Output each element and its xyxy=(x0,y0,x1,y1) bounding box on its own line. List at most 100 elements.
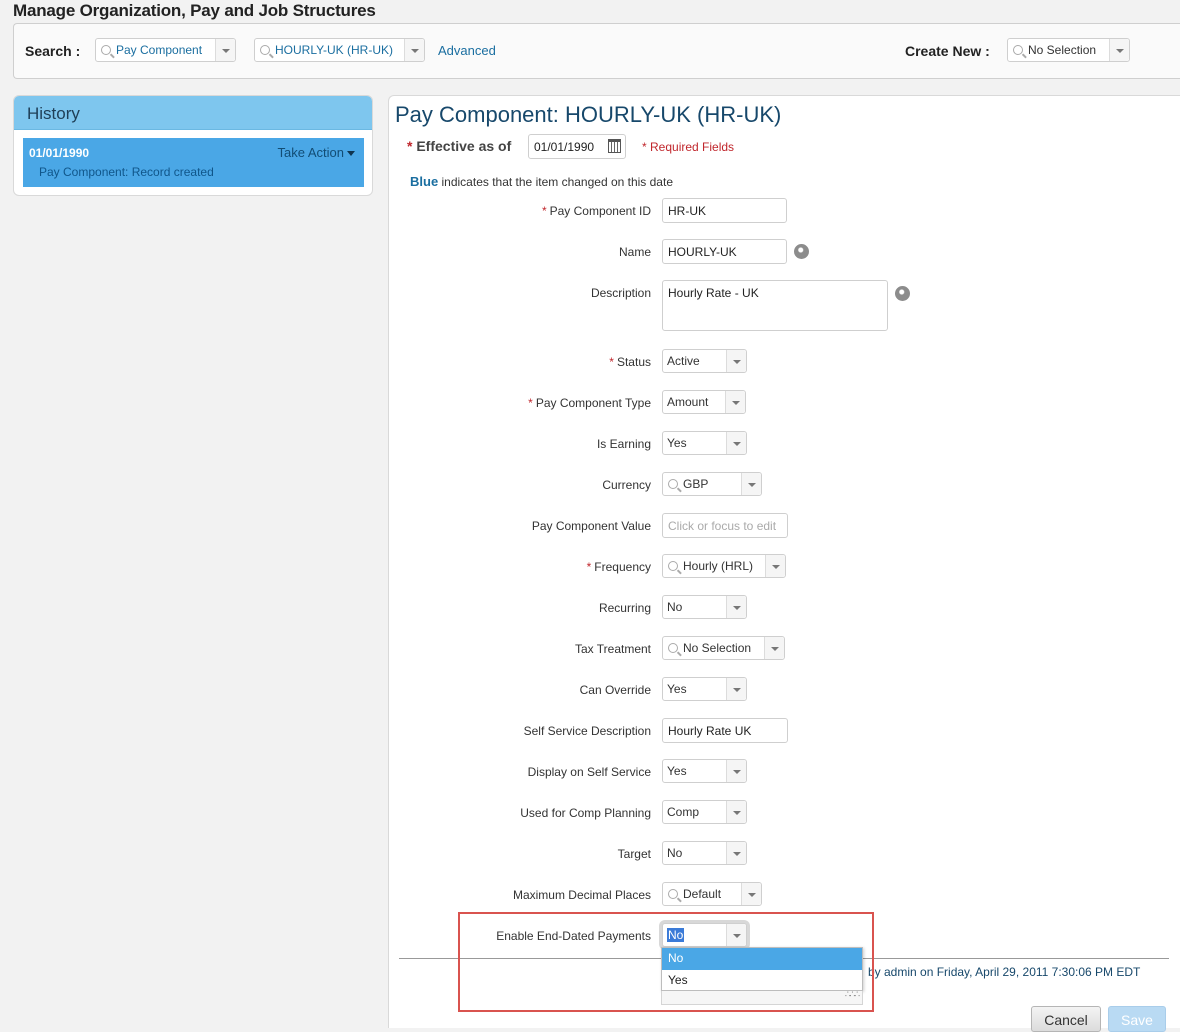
chevron-down-icon[interactable] xyxy=(215,39,235,61)
history-item-date: 01/01/1990 xyxy=(29,146,90,160)
history-title: History xyxy=(14,96,372,130)
description-label: Description xyxy=(590,286,651,300)
effective-as-of-label: * Effective as of xyxy=(407,138,511,154)
globe-icon[interactable] xyxy=(895,286,910,301)
used-for-comp-planning-select[interactable]: Comp xyxy=(662,800,747,824)
form-title: Pay Component: HOURLY-UK (HR-UK) xyxy=(395,102,782,127)
history-panel: History 01/01/1990 Take Action Pay Compo… xyxy=(13,95,373,196)
chevron-down-icon[interactable] xyxy=(741,883,761,905)
chevron-down-icon[interactable] xyxy=(726,760,746,782)
tax-treatment-select[interactable]: No Selection xyxy=(662,636,785,660)
pay-component-type-value: Amount xyxy=(667,395,709,409)
effective-date-input[interactable]: 01/01/1990 xyxy=(528,134,626,159)
chevron-down-icon[interactable] xyxy=(726,678,746,700)
chevron-down-icon[interactable] xyxy=(726,842,746,864)
legend-blue-word: Blue xyxy=(410,174,439,189)
required-marker: * xyxy=(586,560,592,574)
pay-component-id-label: * Pay Component ID xyxy=(542,204,651,218)
chevron-down-icon[interactable] xyxy=(765,555,785,577)
frequency-label: * Frequency xyxy=(587,560,651,574)
effective-date-value: 01/01/1990 xyxy=(534,140,595,154)
recurring-label: Recurring xyxy=(598,601,651,615)
can-override-select[interactable]: Yes xyxy=(662,677,747,701)
search-bar: Search : Pay Component HOURLY-UK (HR-UK)… xyxy=(13,23,1180,79)
take-action-label: Take Action xyxy=(277,145,345,160)
is-earning-value: Yes xyxy=(667,436,687,450)
required-marker: * xyxy=(541,204,547,218)
status-value: Active xyxy=(667,354,700,368)
currency-value: GBP xyxy=(683,477,709,491)
target-label: Target xyxy=(617,847,651,861)
history-item-description: Pay Component: Record created xyxy=(39,165,214,179)
caret-down-icon xyxy=(347,151,355,157)
search-type-combo[interactable]: Pay Component xyxy=(95,38,236,62)
pay-component-type-select[interactable]: Amount xyxy=(662,390,746,414)
chevron-down-icon[interactable] xyxy=(764,637,784,659)
description-textarea[interactable]: Hourly Rate - UK xyxy=(662,280,888,331)
chevron-down-icon[interactable] xyxy=(726,801,746,823)
display-on-self-service-value: Yes xyxy=(667,764,687,778)
page-title: Manage Organization, Pay and Job Structu… xyxy=(13,1,376,20)
label-text: Pay Component Type xyxy=(535,396,651,410)
frequency-select[interactable]: Hourly (HRL) xyxy=(662,554,786,578)
pay-component-form: Pay Component: HOURLY-UK (HR-UK) * Effec… xyxy=(388,95,1180,1028)
search-item-combo[interactable]: HOURLY-UK (HR-UK) xyxy=(254,38,425,62)
maximum-decimal-places-value: Default xyxy=(683,887,722,901)
create-new-value: No Selection xyxy=(1028,43,1097,57)
frequency-value: Hourly (HRL) xyxy=(683,559,754,573)
search-icon xyxy=(668,561,678,571)
self-service-description-input[interactable]: Hourly Rate UK xyxy=(662,718,788,743)
search-label: Search : xyxy=(25,43,81,59)
self-service-description-label: Self Service Description xyxy=(523,724,651,738)
search-icon xyxy=(1013,45,1023,55)
currency-select[interactable]: GBP xyxy=(662,472,762,496)
calendar-icon[interactable] xyxy=(608,139,621,153)
create-new-label: Create New : xyxy=(905,43,990,59)
chevron-down-icon[interactable] xyxy=(726,350,746,372)
search-icon xyxy=(260,45,270,55)
target-select[interactable]: No xyxy=(662,841,747,865)
status-select[interactable]: Active xyxy=(662,349,747,373)
required-marker: * xyxy=(609,355,614,369)
used-for-comp-planning-value: Comp xyxy=(667,805,700,819)
chevron-down-icon[interactable] xyxy=(404,39,424,61)
pay-component-id-input[interactable]: HR-UK xyxy=(662,198,787,223)
advanced-search-link[interactable]: Advanced xyxy=(438,43,496,58)
chevron-down-icon[interactable] xyxy=(725,391,745,413)
search-icon xyxy=(101,45,111,55)
tax-treatment-label: Tax Treatment xyxy=(574,642,651,656)
history-item[interactable]: 01/01/1990 Take Action Pay Component: Re… xyxy=(23,138,364,187)
display-on-self-service-label: Display on Self Service xyxy=(527,765,651,779)
can-override-label: Can Override xyxy=(579,683,651,697)
chevron-down-icon[interactable] xyxy=(1109,39,1129,61)
legend-text: indicates that the item changed on this … xyxy=(438,175,674,189)
chevron-down-icon[interactable] xyxy=(741,473,761,495)
audit-info: by admin on Friday, April 29, 2011 7:30:… xyxy=(868,965,1141,979)
create-new-combo[interactable]: No Selection xyxy=(1007,38,1130,62)
recurring-value: No xyxy=(667,600,683,614)
chevron-down-icon[interactable] xyxy=(726,596,746,618)
search-icon xyxy=(668,643,678,653)
chevron-down-icon[interactable] xyxy=(726,432,746,454)
globe-icon[interactable] xyxy=(794,244,809,259)
tax-treatment-value: No Selection xyxy=(683,641,752,655)
search-item-value: HOURLY-UK (HR-UK) xyxy=(275,43,394,57)
save-button[interactable]: Save xyxy=(1108,1006,1166,1032)
take-action-menu[interactable]: Take Action xyxy=(277,145,355,160)
pay-component-type-label: * Pay Component Type xyxy=(528,396,651,410)
pay-component-value-input[interactable]: Click or focus to edit xyxy=(662,513,788,538)
currency-label: Currency xyxy=(602,478,651,492)
display-on-self-service-select[interactable]: Yes xyxy=(662,759,747,783)
highlight-box xyxy=(458,912,874,1012)
label-text: Frequency xyxy=(594,560,651,574)
maximum-decimal-places-select[interactable]: Default xyxy=(662,882,762,906)
name-label: Name xyxy=(618,245,651,259)
name-input[interactable]: HOURLY-UK xyxy=(662,239,787,264)
search-icon xyxy=(668,479,678,489)
is-earning-label: Is Earning xyxy=(596,437,651,451)
recurring-select[interactable]: No xyxy=(662,595,747,619)
target-value: No xyxy=(667,846,683,860)
cancel-button[interactable]: Cancel xyxy=(1031,1006,1101,1032)
effective-label-text: Effective as of xyxy=(416,138,512,154)
is-earning-select[interactable]: Yes xyxy=(662,431,747,455)
